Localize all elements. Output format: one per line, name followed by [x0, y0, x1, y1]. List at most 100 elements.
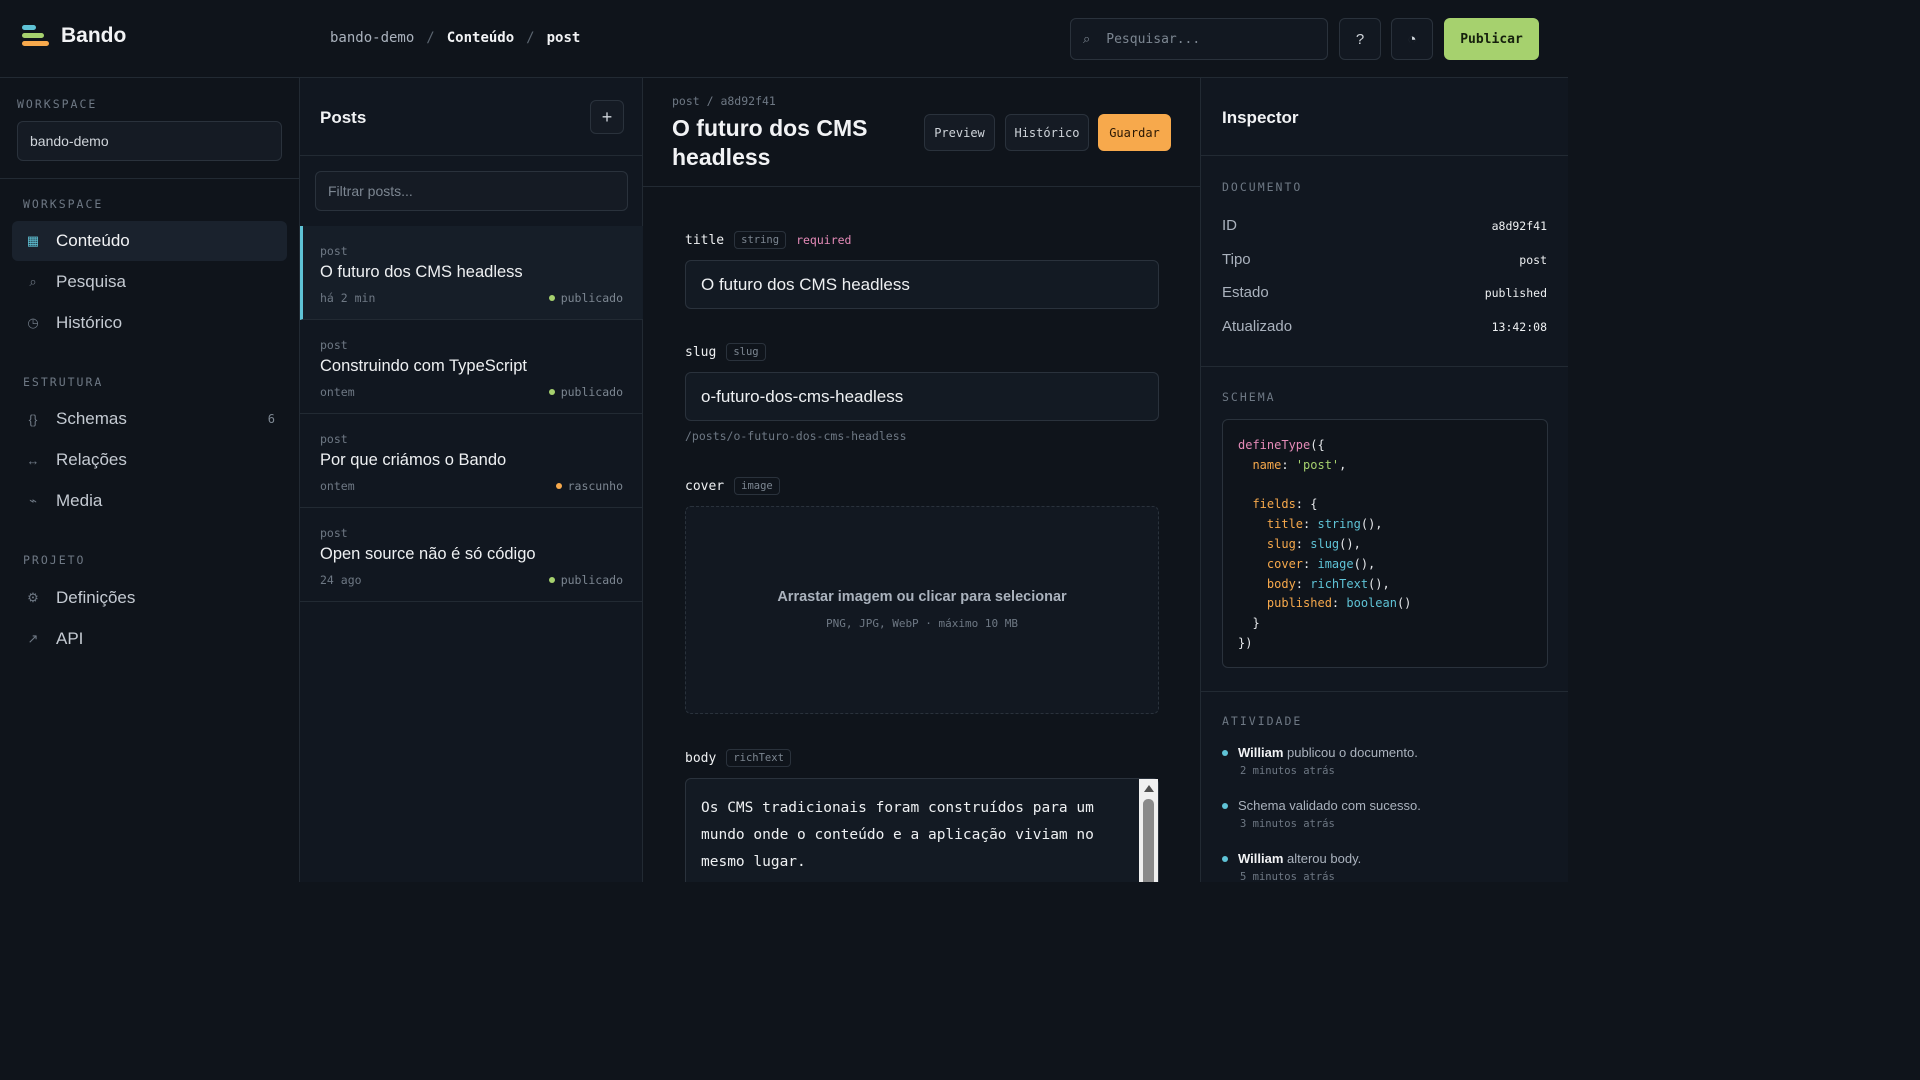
- help-button[interactable]: ?: [1339, 18, 1381, 60]
- nav-section-label: ESTRUTURA: [23, 375, 104, 389]
- search-input[interactable]: [1106, 31, 1297, 47]
- sidebar-item-definicoes[interactable]: ⚙ Definições: [12, 578, 287, 618]
- sidebar-item-api[interactable]: ↗ API: [12, 619, 287, 659]
- breadcrumb-workspace[interactable]: bando-demo: [330, 30, 414, 46]
- search-icon: ⌕: [29, 274, 37, 289]
- posts-title: Posts: [320, 108, 367, 127]
- post-list-item[interactable]: post O futuro dos CMS headless há 2 min …: [300, 226, 643, 320]
- document-type-row: Tipo post: [1222, 251, 1547, 268]
- global-search[interactable]: ⌕: [1070, 18, 1328, 60]
- schema-code-block: defineType({ name: 'post', fields: { tit…: [1222, 419, 1548, 668]
- breadcrumb-separator: /: [426, 30, 435, 46]
- filter-posts-input[interactable]: [328, 183, 608, 199]
- sidebar-item-label: Relações: [56, 450, 127, 469]
- theme-icon: ◔: [1407, 30, 1417, 48]
- filter-posts-field[interactable]: [315, 171, 628, 211]
- search-icon: ⌕: [1083, 31, 1091, 46]
- title-field-label: title string required: [685, 231, 851, 249]
- nav-section-label: WORKSPACE: [23, 197, 104, 211]
- document-updated-row: Atualizado 13:42:08: [1222, 318, 1547, 335]
- title-field[interactable]: [685, 260, 1159, 309]
- post-time: ontem: [320, 479, 355, 493]
- activity-item: William alterou body. 5 minutos atrás: [1222, 851, 1552, 882]
- sidebar-item-pesquisa[interactable]: ⌕ Pesquisa: [12, 262, 287, 302]
- post-list-item[interactable]: post Por que criámos o Bando ontem rascu…: [300, 414, 643, 508]
- link-arrows-icon: ↔: [26, 452, 40, 468]
- meta-key: Estado: [1222, 284, 1269, 301]
- status-dot-icon: [548, 295, 555, 301]
- sidebar-item-media[interactable]: ⌁ Media: [12, 481, 287, 521]
- cover-image-dropzone[interactable]: Arrastar imagem ou clicar para seleciona…: [685, 506, 1159, 714]
- theme-toggle-button[interactable]: ◔: [1391, 18, 1433, 60]
- top-bar: Bando bando-demo / Conteúdo / post ⌕ ? ◔…: [0, 0, 1568, 78]
- brand-name: Bando: [61, 24, 127, 47]
- body-scrollbar[interactable]: [1139, 779, 1158, 882]
- status-dot-icon: [555, 483, 562, 489]
- scroll-up-icon[interactable]: [1144, 785, 1154, 792]
- schemas-count-badge: 6: [267, 412, 275, 426]
- breadcrumb-section[interactable]: Conteúdo: [447, 30, 514, 46]
- publish-button[interactable]: Publicar: [1444, 18, 1539, 60]
- sidebar-item-conteudo[interactable]: ▦ Conteúdo: [12, 221, 287, 261]
- editor-header: post / a8d92f41 O futuro dos CMS headles…: [643, 78, 1200, 187]
- braces-icon: {}: [28, 411, 38, 427]
- sidebar-item-schemas[interactable]: {} Schemas 6: [12, 399, 287, 439]
- save-button[interactable]: Guardar: [1098, 114, 1171, 151]
- inspector-title: Inspector: [1222, 108, 1299, 127]
- sidebar-item-label: Media: [56, 491, 103, 510]
- field-type-tag: image: [734, 477, 780, 495]
- post-status: publicado: [548, 573, 623, 587]
- activity-text: alterou body.: [1283, 851, 1362, 866]
- status-dot-icon: [548, 389, 555, 395]
- workspace-select-label: WORKSPACE: [17, 97, 98, 111]
- post-time: 24 ago: [320, 573, 362, 587]
- slug-url-hint: /posts/o-futuro-dos-cms-headless: [685, 429, 907, 443]
- slug-input[interactable]: [701, 386, 1141, 407]
- dropzone-hint: PNG, JPG, WebP · máximo 10 MB: [825, 617, 1019, 630]
- field-type-tag: slug: [726, 343, 766, 361]
- field-name: title: [685, 232, 725, 248]
- activity-dot-icon: [1222, 855, 1228, 862]
- sidebar-item-historico[interactable]: ◷ Histórico: [12, 303, 287, 343]
- sidebar-item-relacoes[interactable]: ↔ Relações: [12, 440, 287, 480]
- sidebar-divider: [0, 178, 299, 179]
- post-status: publicado: [548, 291, 623, 305]
- activity-section-label: ATIVIDADE: [1222, 714, 1303, 728]
- required-badge: required: [796, 233, 852, 247]
- body-text[interactable]: Os CMS tradicionais foram construídos pa…: [701, 795, 1121, 876]
- title-input[interactable]: [701, 274, 1141, 295]
- code-line: name: 'post',: [1238, 457, 1347, 472]
- field-type-tag: richText: [726, 749, 791, 767]
- sidebar-item-label: API: [56, 629, 84, 648]
- external-link-icon: ↗: [27, 631, 39, 646]
- activity-item: Schema validado com sucesso. 3 minutos a…: [1222, 798, 1552, 830]
- activity-time: 3 minutos atrás: [1240, 818, 1335, 830]
- post-status: rascunho: [555, 479, 623, 493]
- meta-value: published: [1484, 285, 1547, 300]
- post-type: post: [320, 526, 348, 540]
- workspace-select[interactable]: bando-demo: [17, 121, 282, 161]
- field-name: body: [685, 750, 717, 766]
- brand[interactable]: Bando: [22, 24, 126, 48]
- post-status-label: publicado: [560, 573, 623, 587]
- document-state-row: Estado published: [1222, 284, 1547, 301]
- breadcrumb-separator: /: [526, 30, 535, 46]
- meta-key: ID: [1222, 217, 1237, 234]
- post-type: post: [320, 244, 348, 258]
- activity-text: publicou o documento.: [1283, 745, 1418, 760]
- post-time: há 2 min: [320, 291, 376, 305]
- post-title: O futuro dos CMS headless: [320, 263, 523, 281]
- preview-button[interactable]: Preview: [924, 114, 995, 151]
- add-post-button[interactable]: +: [590, 100, 624, 134]
- body-textarea[interactable]: Os CMS tradicionais foram construídos pa…: [685, 778, 1159, 882]
- history-button[interactable]: Histórico: [1005, 114, 1089, 151]
- post-list-item[interactable]: post Open source não é só código 24 ago …: [300, 508, 643, 602]
- slug-field[interactable]: [685, 372, 1159, 421]
- meta-value: post: [1519, 252, 1547, 267]
- field-name: cover: [685, 478, 725, 494]
- post-list-item[interactable]: post Construindo com TypeScript ontem pu…: [300, 320, 643, 414]
- document-editor: post / a8d92f41 O futuro dos CMS headles…: [643, 78, 1201, 882]
- scrollbar-thumb[interactable]: [1143, 799, 1154, 882]
- code-line: defineType({: [1238, 438, 1325, 452]
